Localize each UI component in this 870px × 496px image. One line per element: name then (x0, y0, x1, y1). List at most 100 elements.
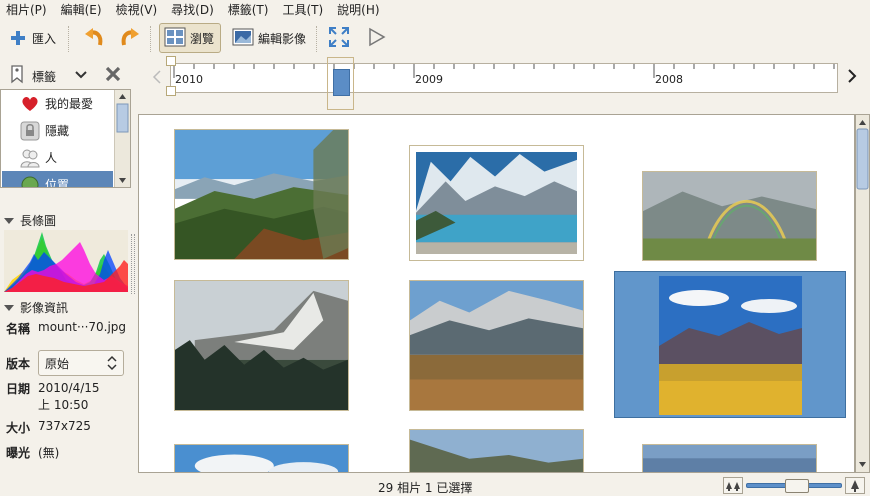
name-key: 名稱 (6, 322, 31, 336)
menu-tags[interactable]: 標籤(T) (221, 1, 276, 19)
status-bar: 29 相片 1 已選擇 (0, 476, 870, 496)
photo-grid-scrollbar[interactable] (855, 114, 870, 473)
menu-photo[interactable]: 相片(P) (0, 1, 54, 19)
menu-tools[interactable]: 工具(T) (275, 1, 330, 19)
photo-thumbnail[interactable] (642, 171, 817, 261)
tree-item-label: 我的最愛 (45, 97, 94, 111)
tree-item-hidden[interactable]: 隱藏 (2, 117, 113, 144)
exposure-key: 曝光 (6, 446, 31, 460)
date-key: 日期 (6, 382, 31, 396)
edit-photo-label: 編輯影像 (258, 31, 307, 46)
image-info-label: 影像資訊 (20, 301, 69, 315)
timeline: 2010 2009 2008 (150, 56, 870, 110)
tree-item-people[interactable]: 人 (2, 144, 113, 171)
histogram (4, 230, 128, 292)
rotate-right-icon (118, 25, 142, 52)
expander-icon (4, 304, 14, 311)
slideshow-button[interactable] (362, 23, 390, 53)
photo-thumbnail[interactable] (174, 444, 349, 472)
status-text: 29 相片 1 已選擇 (378, 481, 473, 495)
play-icon (366, 26, 386, 51)
timeline-range-start-handle[interactable] (166, 56, 176, 66)
tag-tree-scrollbar[interactable] (114, 90, 130, 187)
tag-icon (8, 64, 26, 87)
timeline-selection-box[interactable] (327, 57, 354, 110)
select-arrows-icon (107, 355, 117, 374)
sidebar-resize-handle[interactable] (131, 234, 135, 294)
info-date-row: 日期 2010/4/15 上 10:50 (6, 380, 100, 414)
edit-photo-button[interactable]: 編輯影像 (228, 23, 310, 53)
fullscreen-button[interactable] (324, 23, 354, 53)
photo-thumbnail[interactable] (642, 444, 817, 472)
menu-bar: 相片(P) 編輯(E) 檢視(V) 尋找(D) 標籤(T) 工具(T) 說明(H… (0, 0, 870, 20)
histogram-label: 長條圖 (20, 214, 57, 228)
browse-label: 瀏覽 (190, 31, 215, 46)
browse-button[interactable]: 瀏覽 (159, 23, 221, 53)
timeline-left-arrow[interactable] (152, 70, 162, 87)
photo-grid (138, 114, 855, 473)
tree-item-label: 人 (45, 151, 58, 165)
time-value: 上 10:50 (38, 398, 89, 412)
zoom-in-button[interactable] (845, 477, 865, 494)
plus-icon (10, 30, 26, 46)
tags-label[interactable]: 標籤 (32, 68, 56, 85)
date-value: 2010/4/15 (38, 381, 100, 395)
rotate-left-button[interactable] (78, 23, 110, 53)
timeline-year-2008: 2008 (655, 73, 683, 86)
tree-item-favorites[interactable]: 我的最愛 (2, 90, 113, 117)
timeline-year-2009: 2009 (415, 73, 443, 86)
info-name-row: 名稱 mount···70.jpg (6, 320, 126, 337)
timeline-year-2010: 2010 (175, 73, 203, 86)
rotate-right-button[interactable] (114, 23, 146, 53)
name-value: mount···70.jpg (38, 320, 127, 334)
zoom-out-button[interactable] (723, 477, 743, 494)
photo-thumbnail[interactable] (174, 129, 349, 260)
rotate-left-icon (82, 25, 106, 52)
toolbar: 匯入 瀏覽 編輯影像 (0, 20, 870, 58)
globe-icon (20, 175, 40, 187)
menu-help[interactable]: 說明(H) (330, 1, 386, 19)
close-icon[interactable] (104, 65, 122, 86)
image-info-header[interactable]: 影像資訊 (4, 299, 68, 316)
tag-tree: 我的最愛 隱藏 人 位置 (0, 89, 131, 188)
tree-item-label: 位置 (45, 178, 70, 188)
menu-find[interactable]: 尋找(D) (164, 1, 221, 19)
fullscreen-icon (328, 26, 350, 51)
tree-item-places[interactable]: 位置 (2, 171, 113, 188)
histogram-header[interactable]: 長條圖 (4, 212, 56, 229)
browse-icon (164, 27, 186, 50)
selected-photo[interactable] (614, 271, 846, 418)
size-value: 737x725 (38, 419, 91, 433)
photo-thumbnail[interactable] (409, 280, 584, 411)
photo-thumbnail[interactable] (409, 145, 584, 261)
zoom-slider[interactable] (746, 479, 842, 493)
lock-icon (20, 121, 40, 141)
people-icon (20, 148, 40, 168)
version-select[interactable]: 原始 (38, 350, 124, 376)
timeline-right-arrow[interactable] (847, 69, 857, 86)
import-button[interactable]: 匯入 (6, 23, 60, 53)
info-exposure-row: 曝光 (無) (6, 444, 59, 461)
menu-edit[interactable]: 編輯(E) (54, 1, 109, 19)
size-key: 大小 (6, 421, 31, 435)
timeline-track[interactable]: 2010 2009 2008 (170, 63, 838, 96)
chevron-down-icon[interactable] (75, 69, 87, 83)
photo-thumbnail[interactable] (174, 280, 349, 411)
info-version-row: 版本 原始 (6, 350, 124, 376)
exposure-value: (無) (38, 446, 60, 460)
photo-thumbnail[interactable] (659, 276, 802, 415)
edit-photo-icon (232, 27, 254, 50)
menu-view[interactable]: 檢視(V) (109, 1, 165, 19)
version-value: 原始 (45, 356, 70, 371)
timeline-range-end-handle[interactable] (166, 86, 176, 96)
version-key: 版本 (6, 356, 31, 371)
heart-icon (20, 94, 40, 114)
tree-item-label: 隱藏 (45, 124, 70, 138)
zoom-slider-thumb[interactable] (785, 479, 809, 493)
import-label: 匯入 (32, 31, 57, 46)
sidebar: 標籤 我的最愛 隱藏 人 位置 長條圖 影像資訊 名稱 mount···70.j… (0, 58, 137, 476)
info-size-row: 大小 737x725 (6, 419, 91, 436)
expander-icon (4, 217, 14, 224)
tag-selector: 標籤 (0, 60, 137, 88)
photo-thumbnail[interactable] (409, 429, 584, 472)
